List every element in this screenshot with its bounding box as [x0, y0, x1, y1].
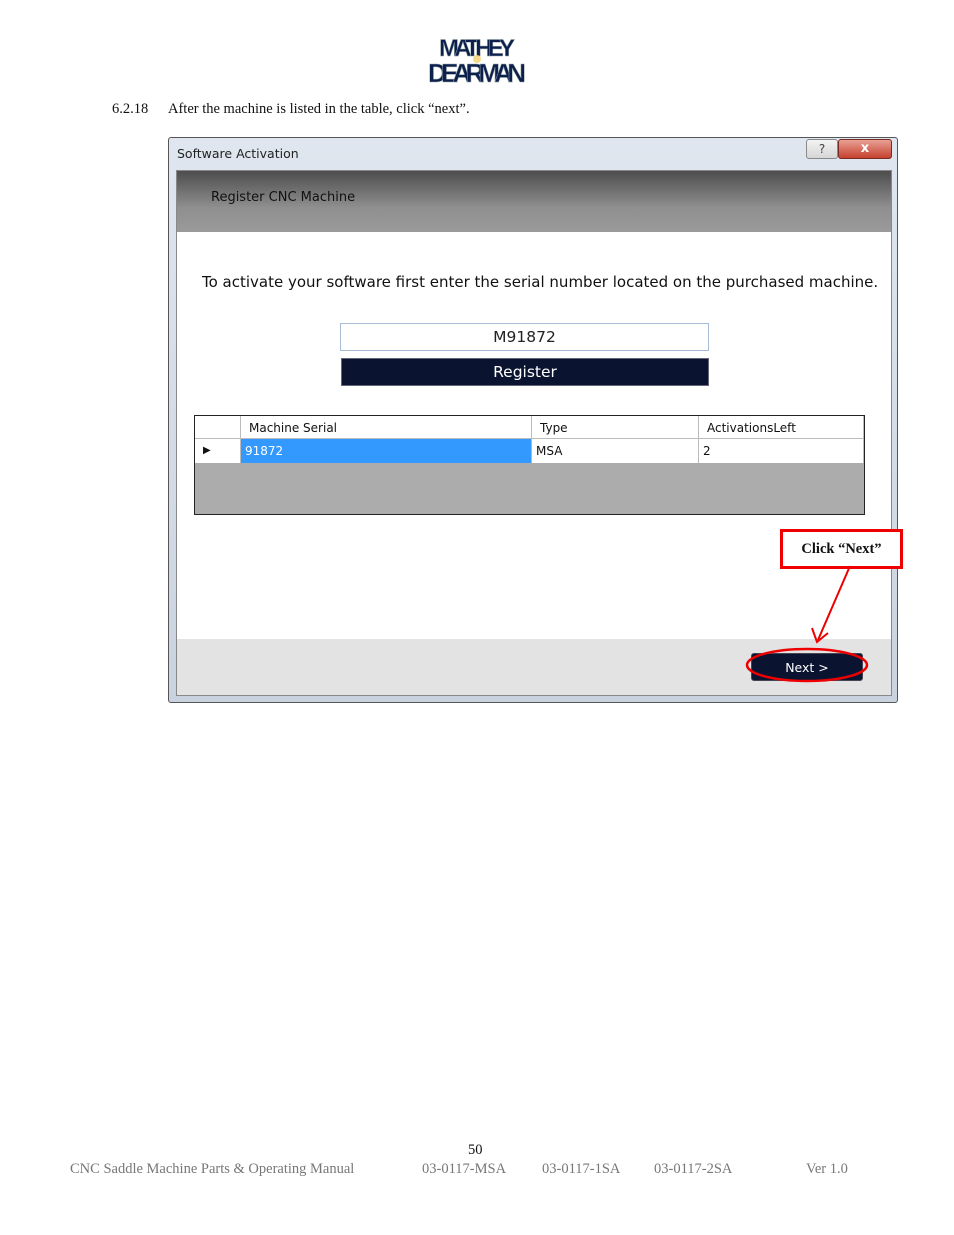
column-header-machine-serial[interactable]: Machine Serial — [241, 416, 532, 439]
dialog-footer: Next > — [177, 639, 891, 695]
mathey-dearman-logo: MATHEY DEARMAN — [428, 35, 527, 86]
footer-code: 03-0117-1SA — [542, 1161, 621, 1177]
step-text: After the machine is listed in the table… — [168, 101, 470, 117]
next-button[interactable]: Next > — [751, 653, 863, 681]
row-selector-arrow-icon[interactable]: ▶ — [195, 439, 241, 463]
column-header-type[interactable]: Type — [532, 416, 699, 439]
cell-activations-left[interactable]: 2 — [699, 439, 864, 463]
click-next-callout: Click “Next” — [780, 529, 903, 569]
row-header-corner — [195, 416, 241, 439]
cell-type[interactable]: MSA — [532, 439, 699, 463]
software-activation-window: Software Activation ? x Register CNC Mac… — [168, 137, 898, 703]
footer-manual-title: CNC Saddle Machine Parts & Operating Man… — [70, 1161, 355, 1177]
document-page: MATHEY DEARMAN 6.2.18 After the machine … — [0, 0, 954, 1235]
dialog-header: Register CNC Machine — [177, 171, 891, 232]
dialog-header-title: Register CNC Machine — [211, 190, 356, 205]
machine-grid: Machine Serial Type ActivationsLeft ▶ 91… — [194, 415, 865, 515]
close-button[interactable]: x — [838, 139, 892, 159]
footer-version: Ver 1.0 — [806, 1161, 848, 1177]
help-button[interactable]: ? — [806, 139, 838, 159]
instruction-text: To activate your software first enter th… — [202, 273, 879, 291]
serial-number-input[interactable]: M91872 — [340, 323, 709, 351]
register-button[interactable]: Register — [341, 358, 709, 386]
step-number: 6.2.18 — [112, 101, 149, 117]
window-title: Software Activation — [177, 146, 299, 161]
cell-machine-serial[interactable]: 91872 — [241, 439, 532, 463]
column-header-activations-left[interactable]: ActivationsLeft — [699, 416, 864, 439]
footer-code: 03-0117-MSA — [422, 1161, 507, 1177]
footer-code: 03-0117-2SA — [654, 1161, 733, 1177]
page-number: 50 — [468, 1142, 483, 1158]
dialog-client-area: Register CNC Machine To activate your so… — [176, 170, 892, 696]
